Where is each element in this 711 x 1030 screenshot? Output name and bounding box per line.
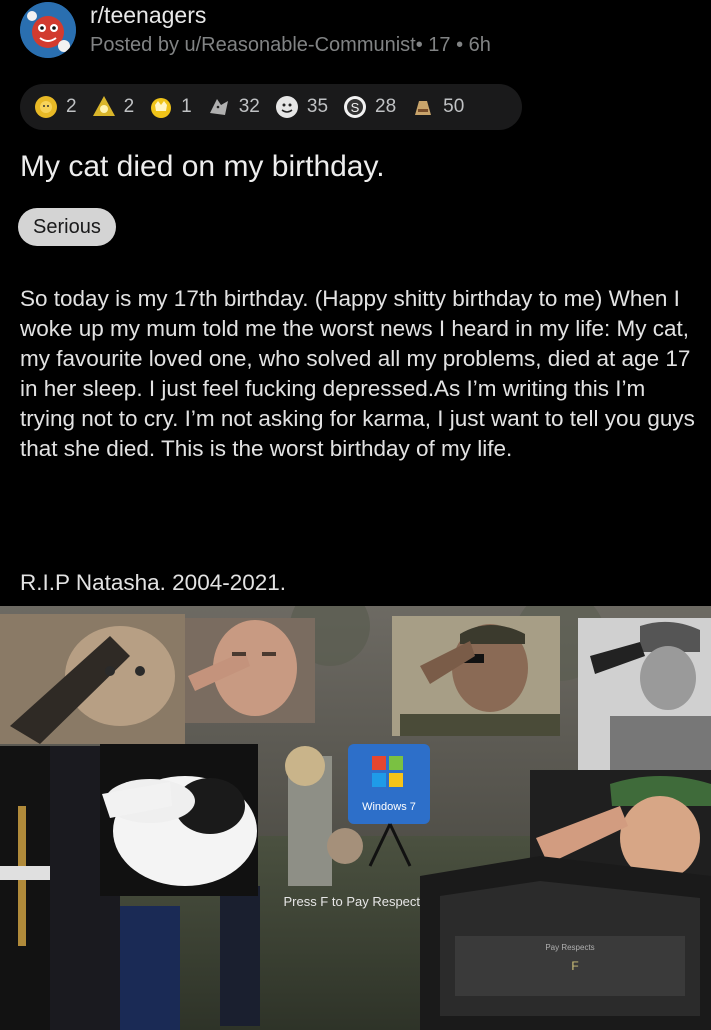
- award-slap[interactable]: 32: [207, 95, 260, 119]
- award-count: 28: [375, 96, 397, 117]
- subreddit-name[interactable]: r/teenagers: [90, 2, 206, 29]
- press-f-award-icon: [411, 95, 435, 119]
- press-f-caption: Press F to Pay Respects: [283, 894, 427, 909]
- post-meta: Posted by u/Reasonable-Communist• 17 • 6…: [90, 34, 491, 56]
- awards-bar[interactable]: 2 2 1 32 35 S 28 50: [20, 84, 522, 130]
- award-count: 50: [443, 96, 465, 117]
- post-closing-line: R.I.P Natasha. 2004-2021.: [20, 570, 287, 595]
- salute-collage: Windows 7 Press F to Pay Respects Pay Re…: [0, 606, 711, 1030]
- award-count: 2: [123, 96, 135, 117]
- award-coin[interactable]: S 28: [343, 95, 396, 119]
- coin-award-icon: S: [343, 95, 367, 119]
- silver-sun-award-icon: [34, 95, 58, 119]
- post-flair[interactable]: Serious: [18, 208, 116, 246]
- award-count: 1: [181, 96, 192, 117]
- coffin-key: F: [571, 959, 578, 973]
- windows-logo-label: Windows 7: [362, 801, 416, 813]
- coffin-label: Pay Respects: [545, 943, 594, 952]
- wholesome-award-icon: [275, 95, 299, 119]
- award-helpful[interactable]: 2: [92, 95, 135, 119]
- subreddit-avatar[interactable]: [20, 2, 76, 58]
- award-count: 2: [66, 96, 77, 117]
- award-count: 35: [306, 96, 329, 117]
- post-body: So today is my 17th birthday. (Happy shi…: [20, 286, 695, 461]
- svg-text:S: S: [351, 100, 360, 115]
- meme-image[interactable]: Windows 7 Press F to Pay Respects Pay Re…: [0, 606, 711, 1030]
- award-silver[interactable]: 2: [34, 95, 77, 119]
- teenagers-logo-icon: [20, 2, 76, 58]
- helpful-award-icon: [92, 95, 116, 119]
- award-count: 32: [238, 96, 260, 117]
- cat-slap-award-icon: [207, 95, 231, 119]
- award-wholesome[interactable]: 35: [275, 95, 328, 119]
- post-header: r/teenagers Posted by u/Reasonable-Commu…: [0, 0, 711, 70]
- post-title[interactable]: My cat died on my birthday.: [20, 150, 385, 184]
- award-gold[interactable]: 1: [149, 95, 192, 119]
- gold-crown-award-icon: [149, 95, 173, 119]
- award-press-f[interactable]: 50: [411, 95, 464, 119]
